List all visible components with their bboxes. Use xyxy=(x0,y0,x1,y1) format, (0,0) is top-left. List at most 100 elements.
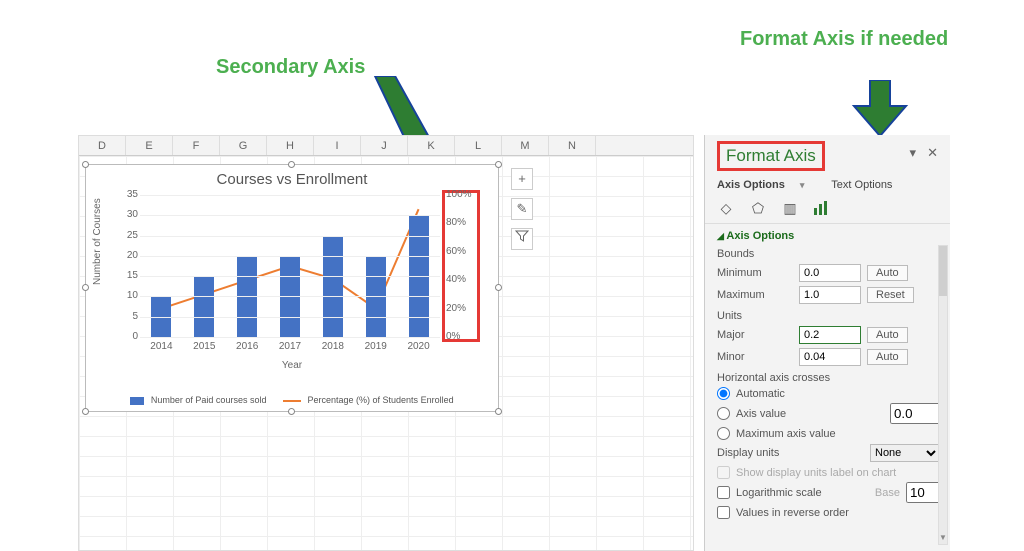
pane-title: Format Axis xyxy=(717,141,825,171)
y2-tick: 40% xyxy=(446,274,480,285)
col-F[interactable]: F xyxy=(173,136,220,155)
chart-legend[interactable]: Number of Paid courses sold Percentage (… xyxy=(86,395,498,405)
y2-tick: 80% xyxy=(446,217,480,228)
chart-handle[interactable] xyxy=(495,408,502,415)
major-label: Major xyxy=(717,329,793,341)
chart-handle[interactable] xyxy=(288,408,295,415)
col-D[interactable]: D xyxy=(79,136,126,155)
log-scale-label: Logarithmic scale xyxy=(736,487,822,499)
col-H[interactable]: H xyxy=(267,136,314,155)
col-L[interactable]: L xyxy=(455,136,502,155)
y-tick: 15 xyxy=(104,270,138,281)
bar[interactable] xyxy=(323,236,343,337)
pane-tabs: Axis Options ▾ Text Options xyxy=(717,179,940,191)
col-E[interactable]: E xyxy=(126,136,173,155)
section-axis-options[interactable]: Axis Options xyxy=(717,230,940,242)
col-G[interactable]: G xyxy=(220,136,267,155)
reverse-label: Values in reverse order xyxy=(736,507,849,519)
col-N[interactable]: N xyxy=(549,136,596,155)
legend-label-line: Percentage (%) of Students Enrolled xyxy=(308,395,454,405)
minor-label: Minor xyxy=(717,351,793,363)
show-units-label-check xyxy=(717,466,730,479)
y-tick: 5 xyxy=(104,311,138,322)
min-label: Minimum xyxy=(717,267,793,279)
y2-tick: 100% xyxy=(446,189,480,200)
plot-area[interactable] xyxy=(140,195,440,337)
y2-tick: 20% xyxy=(446,303,480,314)
hcross-value-input[interactable] xyxy=(890,403,940,424)
effects-icon[interactable]: ⬠ xyxy=(749,199,767,217)
log-base-label: Base xyxy=(875,487,900,499)
x-tick: 2020 xyxy=(398,341,440,352)
display-units-label: Display units xyxy=(717,447,827,459)
chart-handle[interactable] xyxy=(495,284,502,291)
display-units-select[interactable]: None xyxy=(870,444,940,462)
legend-swatch-line xyxy=(283,400,301,402)
hcross-value-label: Axis value xyxy=(736,408,786,420)
arrow-format-axis xyxy=(850,80,910,141)
y-axis-title[interactable]: Number of Courses xyxy=(92,198,103,285)
axis-options-icon[interactable] xyxy=(813,199,831,217)
y-tick: 35 xyxy=(104,189,138,200)
x-tick: 2017 xyxy=(269,341,311,352)
min-input[interactable] xyxy=(799,264,861,282)
hcross-max-label: Maximum axis value xyxy=(736,428,836,440)
bar-chart-icon xyxy=(813,200,831,216)
chart-handle[interactable] xyxy=(82,161,89,168)
chart-handle[interactable] xyxy=(82,408,89,415)
hcross-auto-label: Automatic xyxy=(736,388,785,400)
col-K[interactable]: K xyxy=(408,136,455,155)
bar[interactable] xyxy=(194,276,214,337)
hcross-auto-radio[interactable] xyxy=(717,387,730,400)
pane-icon-row: ◇ ⬠ ▥ xyxy=(717,199,940,217)
chart-elements-button[interactable]: + xyxy=(511,168,533,190)
col-J[interactable]: J xyxy=(361,136,408,155)
log-base-input xyxy=(906,482,940,503)
col-M[interactable]: M xyxy=(502,136,549,155)
hcross-max-radio[interactable] xyxy=(717,427,730,440)
tab-text-options[interactable]: Text Options xyxy=(831,179,892,191)
reverse-check[interactable] xyxy=(717,506,730,519)
size-properties-icon[interactable]: ▥ xyxy=(781,199,799,217)
scroll-down-icon[interactable]: ▼ xyxy=(939,532,947,544)
scroll-thumb[interactable] xyxy=(939,246,947,296)
x-axis-title[interactable]: Year xyxy=(86,360,498,371)
fill-line-icon[interactable]: ◇ xyxy=(717,199,735,217)
column-headers: D E F G H I J K L M N xyxy=(79,136,693,156)
x-tick: 2018 xyxy=(312,341,354,352)
pane-scrollbar[interactable]: ▲ ▼ xyxy=(938,245,948,545)
pane-dropdown-icon[interactable]: ▾ xyxy=(909,145,916,161)
highlight-secondary-axis xyxy=(442,190,480,342)
max-input[interactable] xyxy=(799,286,861,304)
hcross-value-radio[interactable] xyxy=(717,407,730,420)
max-reset-button[interactable]: Reset xyxy=(867,287,914,303)
tab-axis-options[interactable]: Axis Options ▾ xyxy=(717,179,816,191)
col-I[interactable]: I xyxy=(314,136,361,155)
hcross-label: Horizontal axis crosses xyxy=(717,372,940,384)
chart-handle[interactable] xyxy=(82,284,89,291)
pane-close-icon[interactable]: ✕ xyxy=(927,145,938,161)
y-tick: 30 xyxy=(104,209,138,220)
minor-input[interactable] xyxy=(799,348,861,366)
x-tick: 2014 xyxy=(140,341,182,352)
log-scale-check[interactable] xyxy=(717,486,730,499)
y-tick: 25 xyxy=(104,230,138,241)
x-tick: 2016 xyxy=(226,341,268,352)
spreadsheet-area: D E F G H I J K L M N Courses vs Enrollm… xyxy=(78,135,694,551)
chart-title[interactable]: Courses vs Enrollment xyxy=(86,171,498,188)
embedded-chart[interactable]: Courses vs Enrollment Number of Courses … xyxy=(85,164,499,412)
x-tick: 2019 xyxy=(355,341,397,352)
chart-handle[interactable] xyxy=(495,161,502,168)
minor-auto-button[interactable]: Auto xyxy=(867,349,908,365)
y-tick: 20 xyxy=(104,250,138,261)
max-label: Maximum xyxy=(717,289,793,301)
min-auto-button[interactable]: Auto xyxy=(867,265,908,281)
chart-handle[interactable] xyxy=(288,161,295,168)
major-auto-button[interactable]: Auto xyxy=(867,327,908,343)
y2-tick: 60% xyxy=(446,246,480,257)
major-input[interactable] xyxy=(799,326,861,344)
show-units-label-text: Show display units label on chart xyxy=(736,467,896,479)
chart-styles-button[interactable]: ✎ xyxy=(511,198,533,220)
chart-filters-button[interactable] xyxy=(511,228,533,250)
y2-tick: 0% xyxy=(446,331,480,342)
